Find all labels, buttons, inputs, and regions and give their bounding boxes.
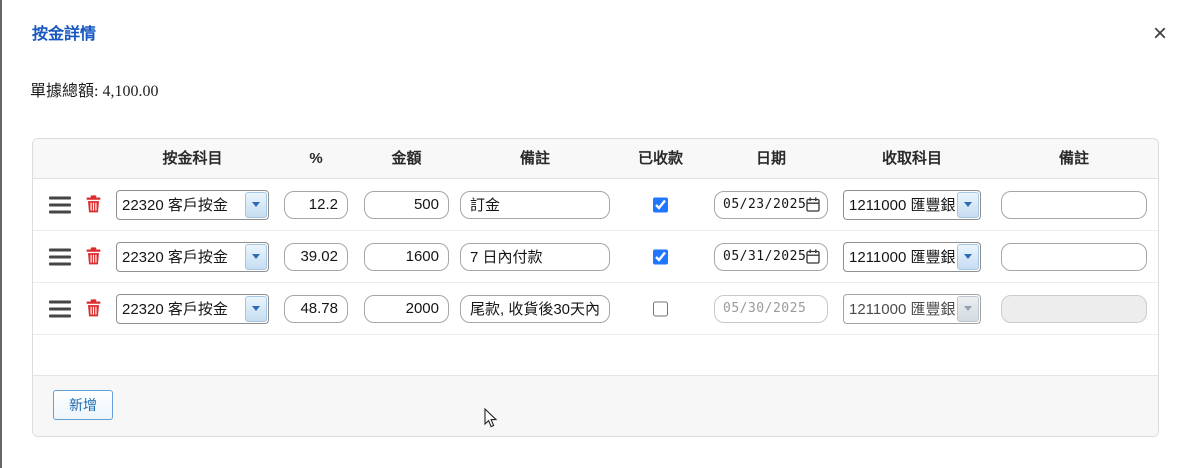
deposit-table: 按金科目%金額備註已收款日期收取科目備註 22320 客戶按金05/23/202… [32, 138, 1159, 437]
deposit-account-select[interactable]: 22320 客戶按金 [116, 294, 269, 324]
trash-icon [86, 195, 101, 213]
modal-title: 按金詳情 [32, 20, 96, 44]
remark-input[interactable] [460, 243, 610, 271]
amount-input[interactable] [364, 243, 449, 271]
date-value: 05/30/2025 [723, 301, 806, 316]
table-header-row: 按金科目%金額備註已收款日期收取科目備註 [33, 139, 1158, 179]
chevron-down-icon [245, 192, 267, 218]
column-header: 金額 [364, 139, 449, 179]
chevron-down-icon [245, 244, 267, 270]
chevron-down-icon [957, 296, 979, 322]
date-input[interactable]: 05/23/2025 [714, 191, 828, 219]
chevron-down-icon [957, 244, 979, 270]
document-total: 單據總額: 4,100.00 [30, 77, 158, 101]
amount-input[interactable] [364, 295, 449, 323]
table-row: 22320 客戶按金 05/31/2025 1211000 匯豐銀行 [33, 231, 1158, 283]
trash-icon [86, 247, 101, 265]
document-total-value: 4,100.00 [102, 83, 158, 100]
percent-input[interactable] [284, 295, 348, 323]
column-header: 日期 [714, 139, 828, 179]
column-header: 備註 [460, 139, 610, 179]
window-left-edge [0, 0, 2, 468]
column-header: 按金科目 [116, 139, 269, 179]
trash-icon [86, 299, 101, 317]
column-header: 收取科目 [843, 139, 981, 179]
chevron-down-icon [957, 192, 979, 218]
column-header: % [284, 139, 348, 179]
receive-remark-input [1001, 295, 1147, 323]
drag-handle[interactable] [49, 300, 71, 317]
receive-remark-input[interactable] [1001, 243, 1147, 271]
delete-row-button[interactable] [84, 195, 102, 215]
select-value: 1211000 匯豐銀行 [844, 194, 956, 215]
received-checkbox[interactable] [653, 197, 668, 212]
date-input: 05/30/2025 [714, 295, 828, 323]
remark-input[interactable] [460, 191, 610, 219]
table-body: 22320 客戶按金05/23/20251211000 匯豐銀行22320 客戶… [33, 179, 1158, 335]
amount-input[interactable] [364, 191, 449, 219]
drag-handle[interactable] [49, 196, 71, 213]
calendar-icon [806, 249, 820, 264]
deposit-account-select[interactable]: 22320 客戶按金 [116, 190, 269, 220]
date-input[interactable]: 05/31/2025 [714, 243, 828, 271]
percent-input[interactable] [284, 243, 348, 271]
table-row: 22320 客戶按金 05/30/2025 1211000 匯豐銀行 [33, 283, 1158, 335]
receive-remark-input[interactable] [1001, 191, 1147, 219]
date-value: 05/23/2025 [723, 197, 806, 212]
close-button[interactable]: × [1146, 20, 1174, 48]
receiving-account-select[interactable]: 1211000 匯豐銀行 [843, 190, 981, 220]
calendar-icon [806, 197, 820, 212]
table-footer: 新增 [33, 375, 1158, 436]
remark-input[interactable] [460, 295, 610, 323]
document-total-label: 單據總額: [30, 83, 98, 100]
select-value: 1211000 匯豐銀行 [844, 298, 956, 319]
table-row: 22320 客戶按金 05/23/2025 1211000 匯豐銀行 [33, 179, 1158, 231]
received-checkbox[interactable] [653, 301, 668, 316]
date-value: 05/31/2025 [723, 249, 806, 264]
drag-handle[interactable] [49, 248, 71, 265]
receiving-account-select: 1211000 匯豐銀行 [843, 294, 981, 324]
delete-row-button[interactable] [84, 247, 102, 267]
delete-row-button[interactable] [84, 299, 102, 319]
select-value: 22320 客戶按金 [117, 194, 244, 215]
column-header: 備註 [1001, 139, 1147, 179]
select-value: 22320 客戶按金 [117, 246, 244, 267]
receiving-account-select[interactable]: 1211000 匯豐銀行 [843, 242, 981, 272]
deposit-account-select[interactable]: 22320 客戶按金 [116, 242, 269, 272]
select-value: 1211000 匯豐銀行 [844, 246, 956, 267]
chevron-down-icon [245, 296, 267, 322]
percent-input[interactable] [284, 191, 348, 219]
received-checkbox[interactable] [653, 249, 668, 264]
column-header: 已收款 [628, 139, 693, 179]
add-row-button[interactable]: 新增 [53, 390, 113, 420]
select-value: 22320 客戶按金 [117, 298, 244, 319]
